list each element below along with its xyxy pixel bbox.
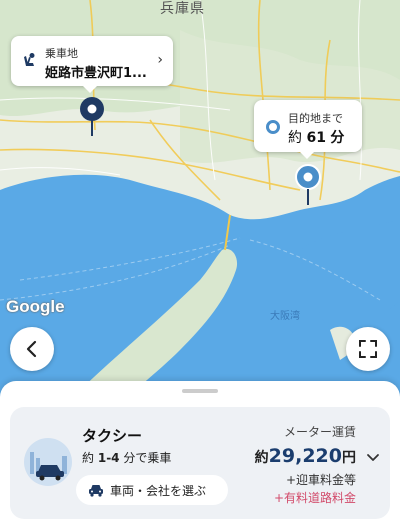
destination-pin-icon [295,164,321,205]
destination-ring-icon [266,120,280,134]
taxi-eta-prefix: 約 [82,451,95,465]
taxi-option-card[interactable]: タクシー 約 1-4 分で乗車 車両・会社を選ぶ メーター運賃 約29,220円… [10,407,390,519]
destination-time: 約 61 分 [288,127,344,147]
fare-label: メーター運賃 [283,425,356,439]
destination-time-unit: 分 [330,130,345,146]
map-place-label: 兵庫県 [160,1,205,17]
destination-time-prefix: 約 [288,130,302,146]
pickup-address: 姫路市豊沢町1... [45,66,147,81]
sheet-handle[interactable] [182,389,218,393]
fullscreen-icon [359,340,377,358]
person-seat-icon [24,53,35,66]
fare-value: 29,220 [268,445,342,467]
map-view[interactable]: 兵庫県 大阪湾 Google 乗車地 姫路市豊沢町1... › 目的地まで 約 … [0,0,400,400]
fullscreen-button[interactable] [346,327,390,371]
pickup-pin-icon [80,97,104,136]
pickup-title: 乗車地 [45,47,78,60]
choose-vehicle-label: 車両・会社を選ぶ [110,483,207,498]
fare-pickup-fee: +迎車料金等 [285,473,356,487]
taxi-illustration-icon [24,438,72,486]
chevron-down-icon[interactable] [366,453,380,463]
taxi-eta-value: 1-4 [97,451,120,465]
fare-unit: 円 [342,450,356,466]
pickup-callout[interactable]: 乗車地 姫路市豊沢町1... › [11,36,173,93]
destination-callout[interactable]: 目的地まで 約 61 分 [254,100,362,159]
chevron-left-icon [26,340,37,358]
google-logo: Google [6,297,65,316]
car-icon [89,485,103,497]
fare-toll-fee: +有料道路料金 [273,491,356,505]
fare-prefix: 約 [254,450,269,466]
back-button[interactable] [10,327,54,371]
choose-vehicle-company-button[interactable]: 車両・会社を選ぶ [76,475,228,505]
taxi-eta-suffix: 分で乗車 [123,451,172,465]
map-bay-label: 大阪湾 [270,311,300,322]
destination-title: 目的地まで [288,112,343,125]
taxi-name: タクシー [82,427,143,445]
bottom-sheet: タクシー 約 1-4 分で乗車 車両・会社を選ぶ メーター運賃 約29,220円… [0,381,400,529]
taxi-eta: 約 1-4 分で乗車 [82,449,171,466]
chevron-right-icon: › [157,52,163,68]
fare-amount: 約29,220円 [255,445,356,467]
destination-time-value: 61 [306,130,326,146]
